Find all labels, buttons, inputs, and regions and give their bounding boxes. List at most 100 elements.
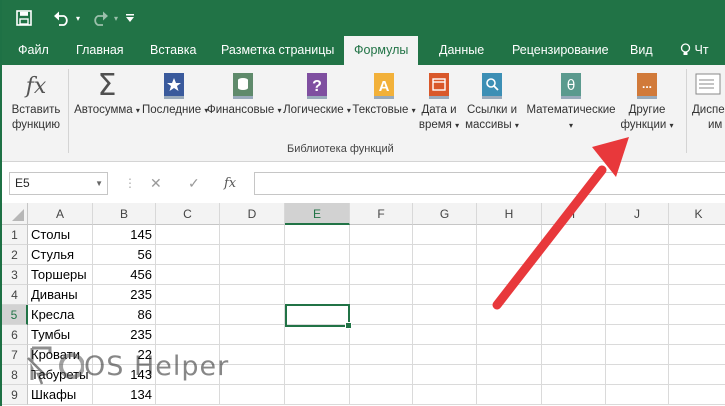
cell-j8[interactable] xyxy=(606,365,669,385)
cell-k5[interactable] xyxy=(669,305,725,325)
row-header-1[interactable]: 1 xyxy=(2,225,28,245)
row-header-2[interactable]: 2 xyxy=(2,245,28,265)
cell-f3[interactable] xyxy=(350,265,413,285)
formula-input[interactable] xyxy=(254,172,725,195)
cell-k3[interactable] xyxy=(669,265,725,285)
cell-g7[interactable] xyxy=(413,345,477,365)
tab-insert[interactable]: Вставка xyxy=(150,36,196,65)
cell-c2[interactable] xyxy=(156,245,220,265)
column-header-f[interactable]: F xyxy=(350,203,413,225)
tab-view[interactable]: Вид xyxy=(630,36,653,65)
cell-c6[interactable] xyxy=(156,325,220,345)
cell-e4[interactable] xyxy=(285,285,350,305)
enter-icon[interactable]: ✓ xyxy=(188,172,200,195)
cell-a3[interactable]: Торшеры xyxy=(28,265,93,285)
cell-e2[interactable] xyxy=(285,245,350,265)
redo-dropdown-icon[interactable]: ▾ xyxy=(111,8,121,28)
cell-d7[interactable] xyxy=(220,345,285,365)
cell-h5[interactable] xyxy=(477,305,542,325)
column-header-h[interactable]: H xyxy=(477,203,542,225)
cell-d4[interactable] xyxy=(220,285,285,305)
cell-f7[interactable] xyxy=(350,345,413,365)
cell-g8[interactable] xyxy=(413,365,477,385)
cell-i1[interactable] xyxy=(542,225,606,245)
cell-f1[interactable] xyxy=(350,225,413,245)
cell-a1[interactable]: Столы xyxy=(28,225,93,245)
cell-g6[interactable] xyxy=(413,325,477,345)
cell-f6[interactable] xyxy=(350,325,413,345)
cell-a9[interactable]: Шкафы xyxy=(28,385,93,405)
recent-button[interactable]: Последние ▾ xyxy=(142,71,208,118)
cell-i6[interactable] xyxy=(542,325,606,345)
tab-home[interactable]: Главная xyxy=(76,36,124,65)
row-header-4[interactable]: 4 xyxy=(2,285,28,305)
column-header-d[interactable]: D xyxy=(220,203,285,225)
row-header-9[interactable]: 9 xyxy=(2,385,28,405)
cell-j6[interactable] xyxy=(606,325,669,345)
active-cell-e5[interactable] xyxy=(285,304,352,329)
name-manager-button[interactable]: Диспе им xyxy=(690,71,725,133)
name-box[interactable]: E5 ▼ xyxy=(9,172,108,195)
cell-f8[interactable] xyxy=(350,365,413,385)
cell-d5[interactable] xyxy=(220,305,285,325)
cell-e8[interactable] xyxy=(285,365,350,385)
column-header-i[interactable]: I xyxy=(542,203,606,225)
insert-function-button[interactable]: fx Вставить функцию xyxy=(6,71,66,133)
cell-h1[interactable] xyxy=(477,225,542,245)
cell-b4[interactable]: 235 xyxy=(93,285,156,305)
cell-j9[interactable] xyxy=(606,385,669,405)
cell-g2[interactable] xyxy=(413,245,477,265)
column-header-c[interactable]: C xyxy=(156,203,220,225)
insert-function-icon[interactable]: fx xyxy=(224,172,236,195)
cell-k1[interactable] xyxy=(669,225,725,245)
name-box-dropdown-icon[interactable]: ▼ xyxy=(95,173,103,194)
cell-j3[interactable] xyxy=(606,265,669,285)
cell-h3[interactable] xyxy=(477,265,542,285)
cell-b1[interactable]: 145 xyxy=(93,225,156,245)
cell-b2[interactable]: 56 xyxy=(93,245,156,265)
cell-h6[interactable] xyxy=(477,325,542,345)
cell-j5[interactable] xyxy=(606,305,669,325)
cell-j1[interactable] xyxy=(606,225,669,245)
column-header-k[interactable]: K xyxy=(669,203,725,225)
cell-b3[interactable]: 456 xyxy=(93,265,156,285)
cell-f2[interactable] xyxy=(350,245,413,265)
column-header-b[interactable]: B xyxy=(93,203,156,225)
cell-d2[interactable] xyxy=(220,245,285,265)
cell-d8[interactable] xyxy=(220,365,285,385)
cell-g3[interactable] xyxy=(413,265,477,285)
column-header-a[interactable]: A xyxy=(28,203,93,225)
cell-h2[interactable] xyxy=(477,245,542,265)
cell-k4[interactable] xyxy=(669,285,725,305)
cell-i2[interactable] xyxy=(542,245,606,265)
cell-k2[interactable] xyxy=(669,245,725,265)
cell-i7[interactable] xyxy=(542,345,606,365)
cell-b9[interactable]: 134 xyxy=(93,385,156,405)
row-header-5[interactable]: 5 xyxy=(2,305,28,325)
cell-e1[interactable] xyxy=(285,225,350,245)
cell-k9[interactable] xyxy=(669,385,725,405)
cell-i5[interactable] xyxy=(542,305,606,325)
undo-icon[interactable] xyxy=(52,8,72,28)
cell-c3[interactable] xyxy=(156,265,220,285)
cell-j7[interactable] xyxy=(606,345,669,365)
cell-e7[interactable] xyxy=(285,345,350,365)
logical-button[interactable]: ? Логические ▾ xyxy=(280,71,354,118)
cell-c9[interactable] xyxy=(156,385,220,405)
cell-k6[interactable] xyxy=(669,325,725,345)
tab-file[interactable]: Файл xyxy=(18,36,49,65)
cell-e6[interactable] xyxy=(285,325,350,345)
select-all-button[interactable] xyxy=(2,203,28,225)
cell-h8[interactable] xyxy=(477,365,542,385)
row-header-3[interactable]: 3 xyxy=(2,265,28,285)
cell-f5[interactable] xyxy=(350,305,413,325)
cell-i4[interactable] xyxy=(542,285,606,305)
cell-i3[interactable] xyxy=(542,265,606,285)
cell-d3[interactable] xyxy=(220,265,285,285)
tab-data[interactable]: Данные xyxy=(439,36,484,65)
datetime-button[interactable]: Дата и время ▾ xyxy=(417,71,461,133)
cell-j4[interactable] xyxy=(606,285,669,305)
math-button[interactable]: θ Математические ▾ xyxy=(523,71,619,133)
tab-review[interactable]: Рецензирование xyxy=(512,36,609,65)
row-header-6[interactable]: 6 xyxy=(2,325,28,345)
